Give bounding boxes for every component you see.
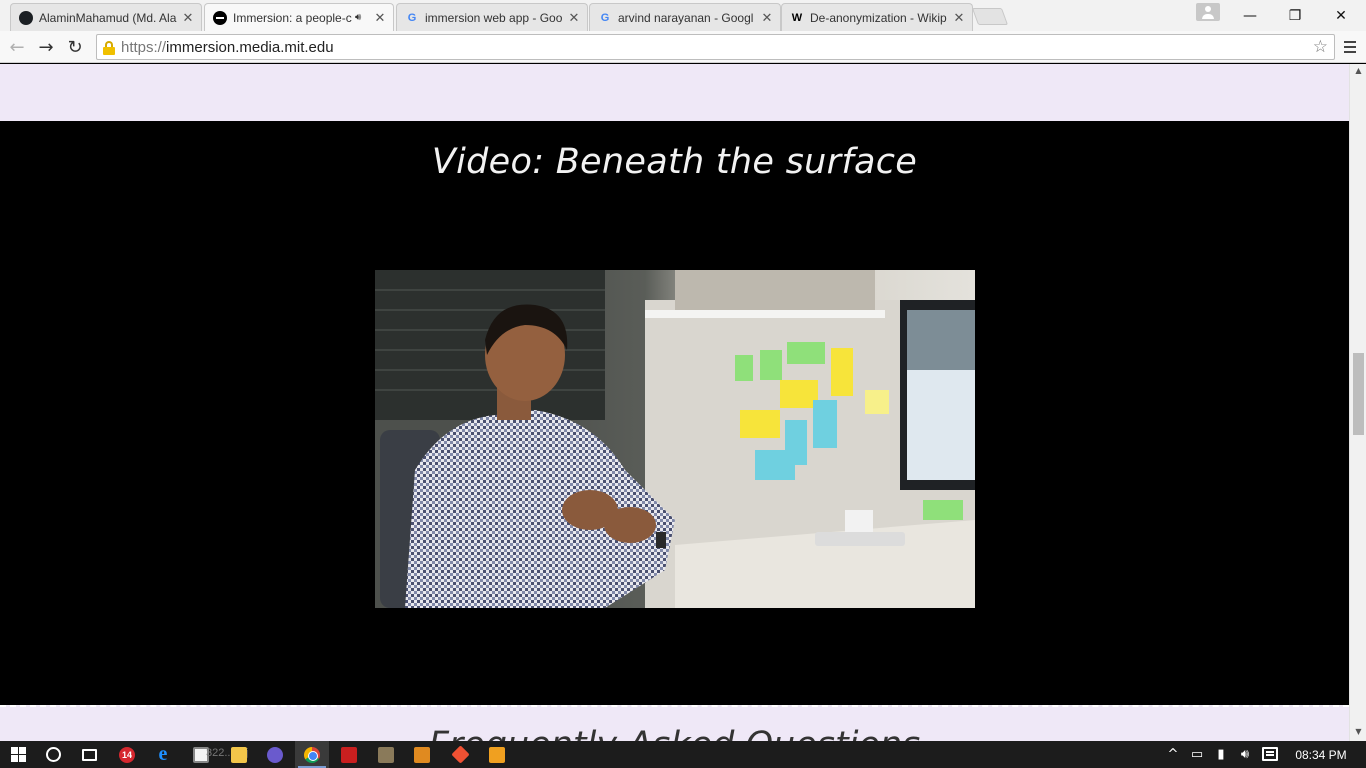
browser-toolbar: ← → ↻ https://immersion.media.mit.edu ☆ [0,31,1366,63]
taskbar-app-9[interactable] [480,741,514,768]
gear-icon [489,746,505,763]
restore-button[interactable]: ❐ [1272,0,1318,31]
tab-google-immersion[interactable]: G immersion web app - Goo ✕ [396,3,588,31]
taskbar-explorer[interactable] [222,741,256,768]
reload-button[interactable]: ↻ [63,35,87,59]
task-view-icon [81,748,97,761]
tab-title: AlaminMahamud (Md. Ala [39,10,177,25]
chrome-icon [304,746,320,763]
tab-immersion[interactable]: Immersion: a people-ce 🔊︎ ✕ [204,3,394,31]
minimize-button[interactable]: — [1227,0,1273,31]
video-player[interactable] [375,270,975,608]
google-icon: G [407,11,417,24]
chrome-menu-icon[interactable] [1340,35,1360,59]
pdf-icon [341,746,357,763]
faq-section-title: Frequently Asked Questions [0,725,1349,741]
close-tab-icon[interactable]: ✕ [181,10,195,26]
taskbar-torrent[interactable] [258,741,292,768]
video-thumbnail [375,270,975,608]
close-tab-icon[interactable]: ✕ [567,10,581,26]
close-window-button[interactable]: ✕ [1318,0,1364,31]
bookmark-star-icon[interactable]: ☆ [1313,37,1328,57]
taskbar-acrobat[interactable] [332,741,366,768]
new-tab-button[interactable] [971,8,1009,25]
windows-taskbar: 14 e 322.. obj ^ ▭ ▮ 🔊︎ 08:34 PM [0,741,1366,768]
torrent-icon [267,746,283,763]
show-hidden-icons-chevron-up-icon[interactable]: ^ [1164,741,1182,768]
windows-logo-icon [10,747,26,762]
app-icon [378,746,394,763]
close-tab-icon[interactable]: ✕ [760,10,774,26]
folder-icon [231,746,247,763]
task-view-button[interactable] [72,741,106,768]
tab-title: arvind narayanan - Googl [618,10,754,25]
git-icon [450,745,470,764]
tab-github[interactable]: AlaminMahamud (Md. Ala ✕ [10,3,202,31]
lock-icon [103,40,115,55]
tab-google-arvind[interactable]: G arvind narayanan - Googl ✕ [589,3,781,31]
section-band-top [0,64,1349,121]
close-tab-icon[interactable]: ✕ [952,10,966,26]
scrollbar-thumb[interactable] [1353,353,1364,435]
tab-wikipedia[interactable]: W De-anonymization - Wikip ✕ [781,3,973,31]
tab-title: immersion web app - Goo [425,10,563,25]
wikipedia-icon: W [791,11,803,24]
battery-icon[interactable]: ▮ [1210,741,1232,768]
address-bar[interactable]: https://immersion.media.mit.edu ☆ [96,34,1335,60]
cortana-button[interactable] [36,741,70,768]
close-tab-icon[interactable]: ✕ [373,10,387,26]
tab-title: Immersion: a people-ce [233,10,352,25]
volume-icon[interactable]: 🔊︎ [1234,741,1256,768]
notification-badge-icon: 14 [119,746,135,763]
taskbar-app-6[interactable] [369,741,403,768]
edge-icon: e [158,743,168,765]
taskbar-app-badge[interactable]: 14 [110,741,144,768]
start-button[interactable] [0,741,36,768]
taskbar-git[interactable] [443,741,477,768]
app-icon [414,746,430,763]
back-button[interactable]: ← [5,35,29,59]
person-icon [1205,6,1211,12]
profile-button[interactable] [1196,3,1220,21]
scroll-up-arrow-icon[interactable]: ▲ [1350,66,1366,78]
network-icon[interactable]: ▭ [1186,741,1208,768]
action-center-icon[interactable] [1262,747,1278,761]
cortana-icon [45,747,61,762]
scroll-down-arrow-icon[interactable]: ▼ [1350,727,1366,739]
google-icon: G [600,11,610,24]
forward-button[interactable]: → [34,35,58,59]
taskbar-clock[interactable]: 08:34 PM [1290,741,1352,768]
url-text[interactable]: https://immersion.media.mit.edu [121,39,334,56]
taskbar-app-7[interactable] [405,741,439,768]
faq-section: Frequently Asked Questions [0,705,1349,741]
immersion-icon [213,10,227,25]
page-scrollbar[interactable]: ▲ ▼ [1349,64,1366,741]
page-viewport: Video: Beneath the surface [0,64,1349,741]
taskbar-edge[interactable]: e [146,741,180,768]
taskbar-chrome[interactable] [295,741,329,768]
github-icon [19,10,33,25]
tab-strip: AlaminMahamud (Md. Ala ✕ Immersion: a pe… [0,0,1366,31]
tab-title: De-anonymization - Wikip [810,10,947,25]
video-section-title: Video: Beneath the surface [431,142,918,182]
speaker-icon[interactable]: 🔊︎ [355,12,369,23]
